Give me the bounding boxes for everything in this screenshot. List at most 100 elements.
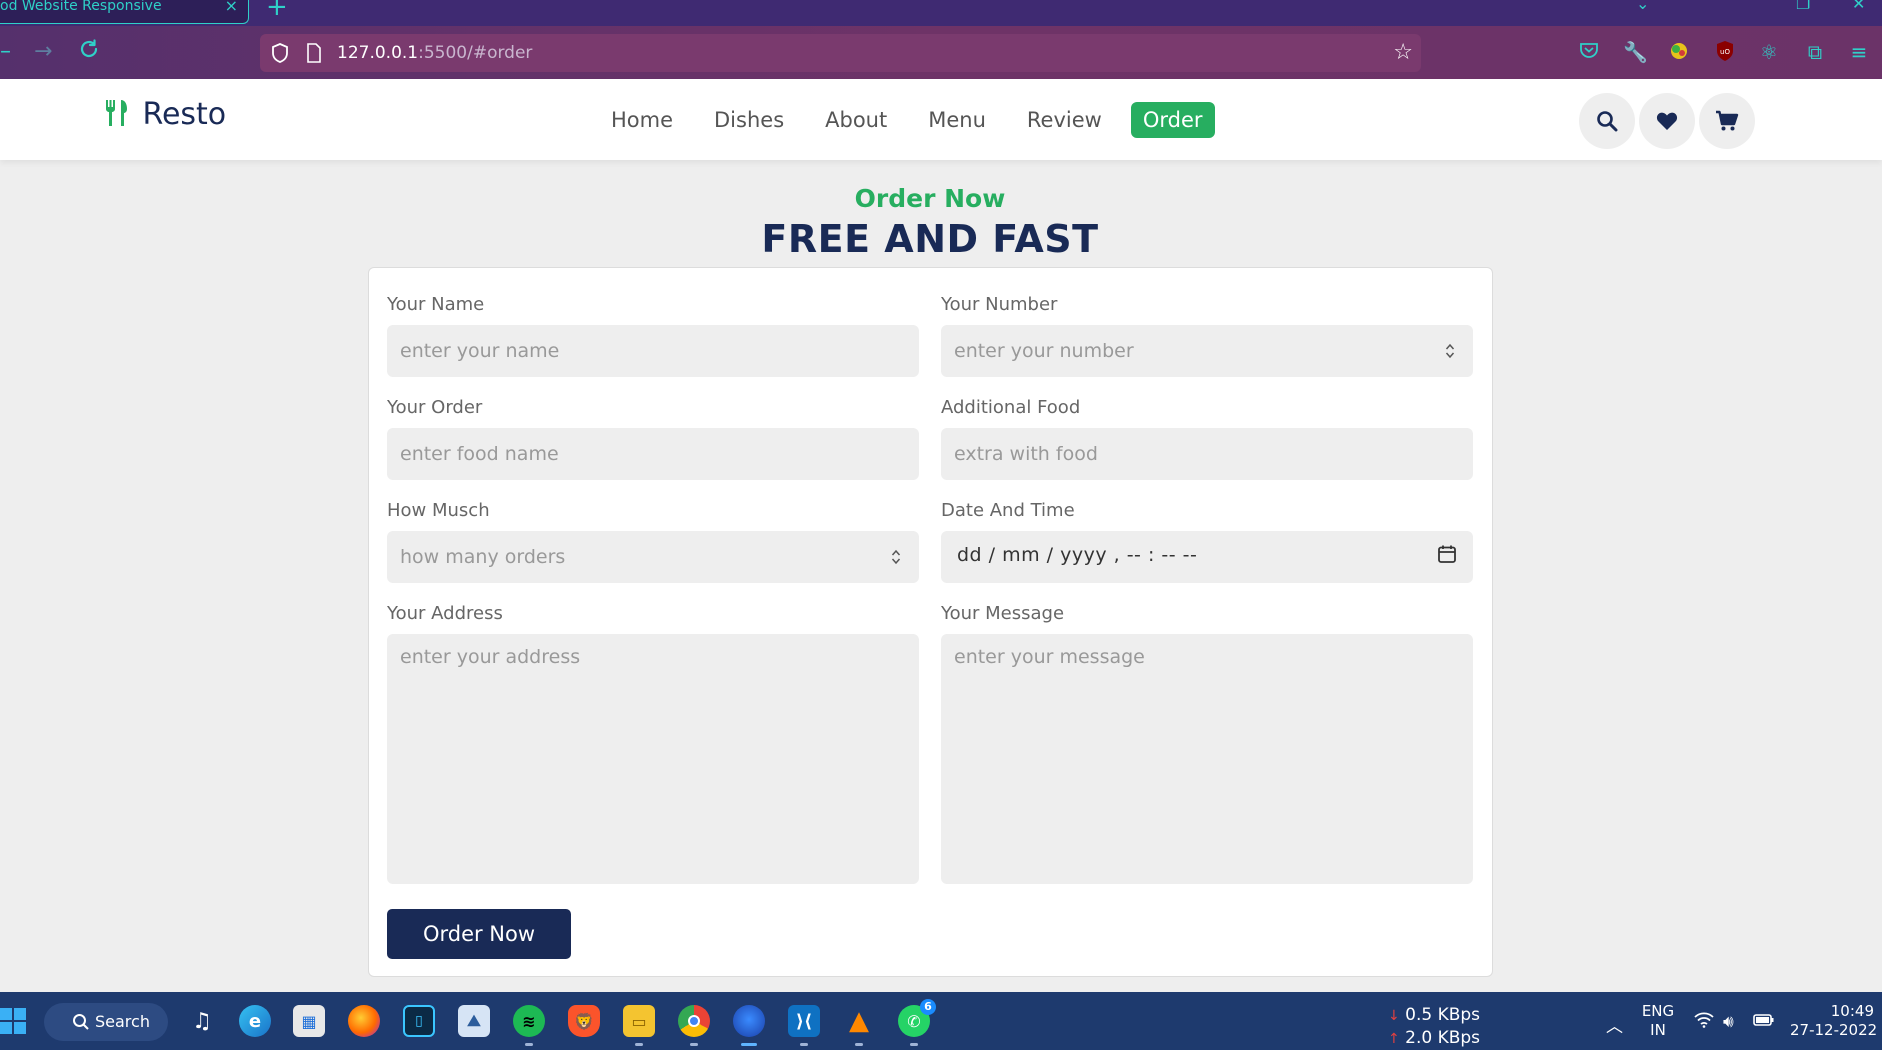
upload-speed: 2.0 KBps (1405, 1028, 1481, 1048)
cart-icon (1716, 110, 1739, 131)
shield-icon[interactable] (270, 42, 290, 64)
running-indicator (855, 1043, 863, 1046)
react-devtools-icon[interactable]: ⚛ (1757, 40, 1781, 64)
order-now-button[interactable]: Order Now (387, 909, 571, 959)
clock[interactable]: 10:49 27-12-2022 (1790, 1002, 1877, 1040)
tab-close-icon[interactable]: × (225, 0, 238, 16)
reload-icon[interactable] (78, 38, 100, 68)
running-indicator (525, 1043, 533, 1046)
datetime-value: dd / mm / yyyy , -- : -- -- (957, 544, 1198, 566)
running-indicator (800, 1043, 808, 1046)
food-input[interactable] (387, 428, 919, 480)
ublock-origin-icon[interactable]: uO (1713, 40, 1737, 64)
network-speed: ↓ 0.5 KBps ↑ 2.0 KBps (1388, 1004, 1480, 1050)
nav-dishes[interactable]: Dishes (702, 102, 796, 138)
food-label: Your Order (387, 397, 483, 418)
list-all-tabs-icon[interactable]: ⌄ (1636, 0, 1649, 13)
whatsapp-badge: 6 (920, 999, 936, 1015)
url-text[interactable]: 127.0.0.1:5500/#order (337, 43, 532, 63)
browser-tab[interactable]: od Website Responsive × (0, 0, 249, 24)
quantity-stepper-icon[interactable] (891, 548, 901, 566)
wrench-icon[interactable]: 🔧 (1623, 40, 1648, 64)
datetime-label: Date And Time (941, 500, 1075, 521)
running-indicator (910, 1043, 918, 1046)
taskbar: Search ♫ e ▦ ▯ ⛰ ≋ 🦁 ▭ ⟩⟨ ▲ ✆ 6 ↓ 0.5 KB… (0, 992, 1882, 1050)
search-icon (1597, 111, 1618, 132)
photos-icon[interactable]: ⛰ (458, 1005, 490, 1037)
chevron-up-icon[interactable]: ︿ (1606, 1012, 1623, 1037)
search-icon (73, 1014, 89, 1030)
pocket-icon[interactable] (1577, 40, 1601, 64)
vscode-icon[interactable]: ⟩⟨ (788, 1005, 820, 1046)
tab-title: od Website Responsive (0, 0, 162, 14)
whatsapp-icon[interactable]: ✆ 6 (898, 999, 936, 1046)
logo[interactable]: Resto (104, 97, 226, 132)
order-form: Your Name Your Number Your Order Additio… (368, 267, 1493, 977)
cart-button[interactable] (1699, 93, 1755, 149)
wishlist-button[interactable] (1639, 93, 1695, 149)
logo-text: Resto (142, 97, 227, 132)
calendar-icon[interactable] (1437, 544, 1457, 564)
file-explorer-icon[interactable]: ▭ (623, 1005, 655, 1046)
vlc-icon[interactable]: ▲ (843, 1005, 875, 1046)
start-button[interactable] (0, 1008, 26, 1034)
restore-window-icon[interactable]: ❐ (1796, 0, 1810, 13)
wifi-icon[interactable] (1694, 1012, 1714, 1033)
quantity-input[interactable] (387, 531, 919, 583)
microsoft-store-icon[interactable]: ▦ (293, 1005, 325, 1037)
number-label: Your Number (941, 294, 1058, 315)
region-code: IN (1650, 1021, 1666, 1039)
volume-icon[interactable]: 🔊︎ (1723, 1012, 1734, 1032)
close-window-icon[interactable]: ✕ (1852, 0, 1865, 13)
url-path: :5500/#order (418, 43, 533, 63)
browser-toolbar: – → 127.0.0.1:5500/#order ☆ 🔧 uO ⚛ ⧉ ≡ (0, 26, 1882, 79)
menu-icon[interactable]: ≡ (1847, 40, 1871, 64)
bookmark-star-icon[interactable]: ☆ (1393, 40, 1413, 65)
taskbar-search[interactable]: Search (44, 1003, 168, 1041)
address-label: Your Address (387, 603, 503, 624)
download-arrow-icon: ↓ (1388, 1008, 1400, 1024)
address-bar[interactable]: 127.0.0.1:5500/#order ☆ (260, 34, 1421, 72)
battery-icon[interactable] (1753, 1012, 1775, 1032)
number-input[interactable] (941, 325, 1473, 377)
browser-tab-bar: od Website Responsive × + ⌄ ❐ ✕ (0, 0, 1882, 26)
windows-logo-icon (0, 1008, 12, 1020)
running-indicator (635, 1043, 643, 1046)
nav-menu[interactable]: Menu (916, 102, 998, 138)
forward-icon[interactable]: → (34, 38, 52, 66)
nav-about[interactable]: About (813, 102, 899, 138)
edge-icon[interactable]: e (239, 1005, 271, 1037)
search-button[interactable] (1579, 93, 1635, 149)
section-sub-heading: Order Now (854, 184, 1006, 213)
chrome-icon[interactable] (678, 1005, 710, 1046)
brave-icon[interactable]: 🦁 (568, 1005, 600, 1037)
number-stepper-icon[interactable] (1445, 342, 1455, 360)
address-textarea[interactable] (387, 634, 919, 884)
additional-food-input[interactable] (941, 428, 1473, 480)
music-app-icon[interactable]: ♫ (186, 1005, 218, 1037)
spotify-icon[interactable]: ≋ (513, 1005, 545, 1046)
nav-review[interactable]: Review (1015, 102, 1114, 138)
back-icon[interactable]: – (0, 38, 11, 66)
message-textarea[interactable] (941, 634, 1473, 884)
dev-tool-icon[interactable]: ▯ (403, 1005, 435, 1037)
firefox-icon[interactable] (348, 1005, 380, 1037)
message-label: Your Message (941, 603, 1065, 624)
extensions-icon[interactable]: ⧉ (1803, 40, 1827, 64)
page-info-icon[interactable] (306, 43, 322, 63)
nav-home[interactable]: Home (599, 102, 685, 138)
utensils-icon (104, 97, 140, 132)
number-field-wrapper (941, 325, 1473, 377)
datetime-input[interactable]: dd / mm / yyyy , -- : -- -- (941, 531, 1473, 583)
colorful-extension-icon[interactable] (1667, 40, 1691, 64)
svg-text:uO: uO (1720, 48, 1730, 56)
nav-order[interactable]: Order (1130, 101, 1215, 138)
running-indicator (690, 1043, 698, 1046)
language-code: ENG (1641, 1002, 1675, 1020)
name-input[interactable] (387, 325, 919, 377)
quantity-field-wrapper (387, 531, 919, 583)
language-indicator[interactable]: ENG IN (1641, 1002, 1675, 1040)
new-tab-icon[interactable]: + (266, 0, 288, 22)
firefox-developer-icon[interactable] (733, 1005, 765, 1046)
chrome-center (688, 1015, 700, 1027)
